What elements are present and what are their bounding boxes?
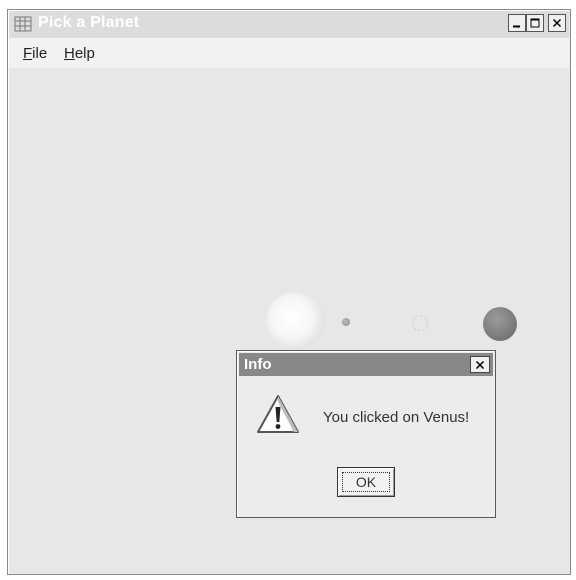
planet-earth[interactable] (412, 315, 428, 331)
menu-bar: File Help (9, 38, 569, 68)
planet-mars[interactable] (483, 307, 517, 341)
ok-button-label: OK (355, 474, 377, 490)
ok-button-focus: OK (342, 472, 390, 492)
menu-help-mnemonic: H (64, 45, 75, 62)
close-icon (552, 18, 562, 28)
menu-help-label: elp (74, 45, 95, 62)
close-icon (475, 360, 485, 369)
dialog-title: Info (244, 356, 272, 373)
menu-file-mnemonic: F (23, 45, 33, 62)
menu-file-label: ile (32, 45, 48, 62)
dialog-message: You clicked on Venus! (323, 409, 470, 426)
menu-file[interactable]: File (23, 45, 47, 62)
minimize-icon (513, 25, 520, 28)
maximize-icon (530, 18, 540, 28)
window-title: Pick a Planet (38, 14, 140, 31)
close-button[interactable] (548, 14, 566, 32)
dialog-close-button[interactable] (470, 356, 490, 373)
maximize-button[interactable] (526, 14, 544, 32)
planet-mercury[interactable] (342, 318, 350, 326)
minimize-button[interactable] (508, 14, 526, 32)
planet-venus[interactable] (266, 292, 324, 350)
info-dialog: Info You clicked on Venus! OK (236, 350, 496, 518)
grid-app-icon (14, 16, 32, 32)
menu-help[interactable]: Help (64, 45, 95, 62)
warning-icon (257, 395, 299, 433)
ok-button[interactable]: OK (337, 467, 395, 497)
dialog-title-bar[interactable]: Info (239, 353, 493, 376)
title-bar[interactable]: Pick a Planet (9, 11, 569, 38)
